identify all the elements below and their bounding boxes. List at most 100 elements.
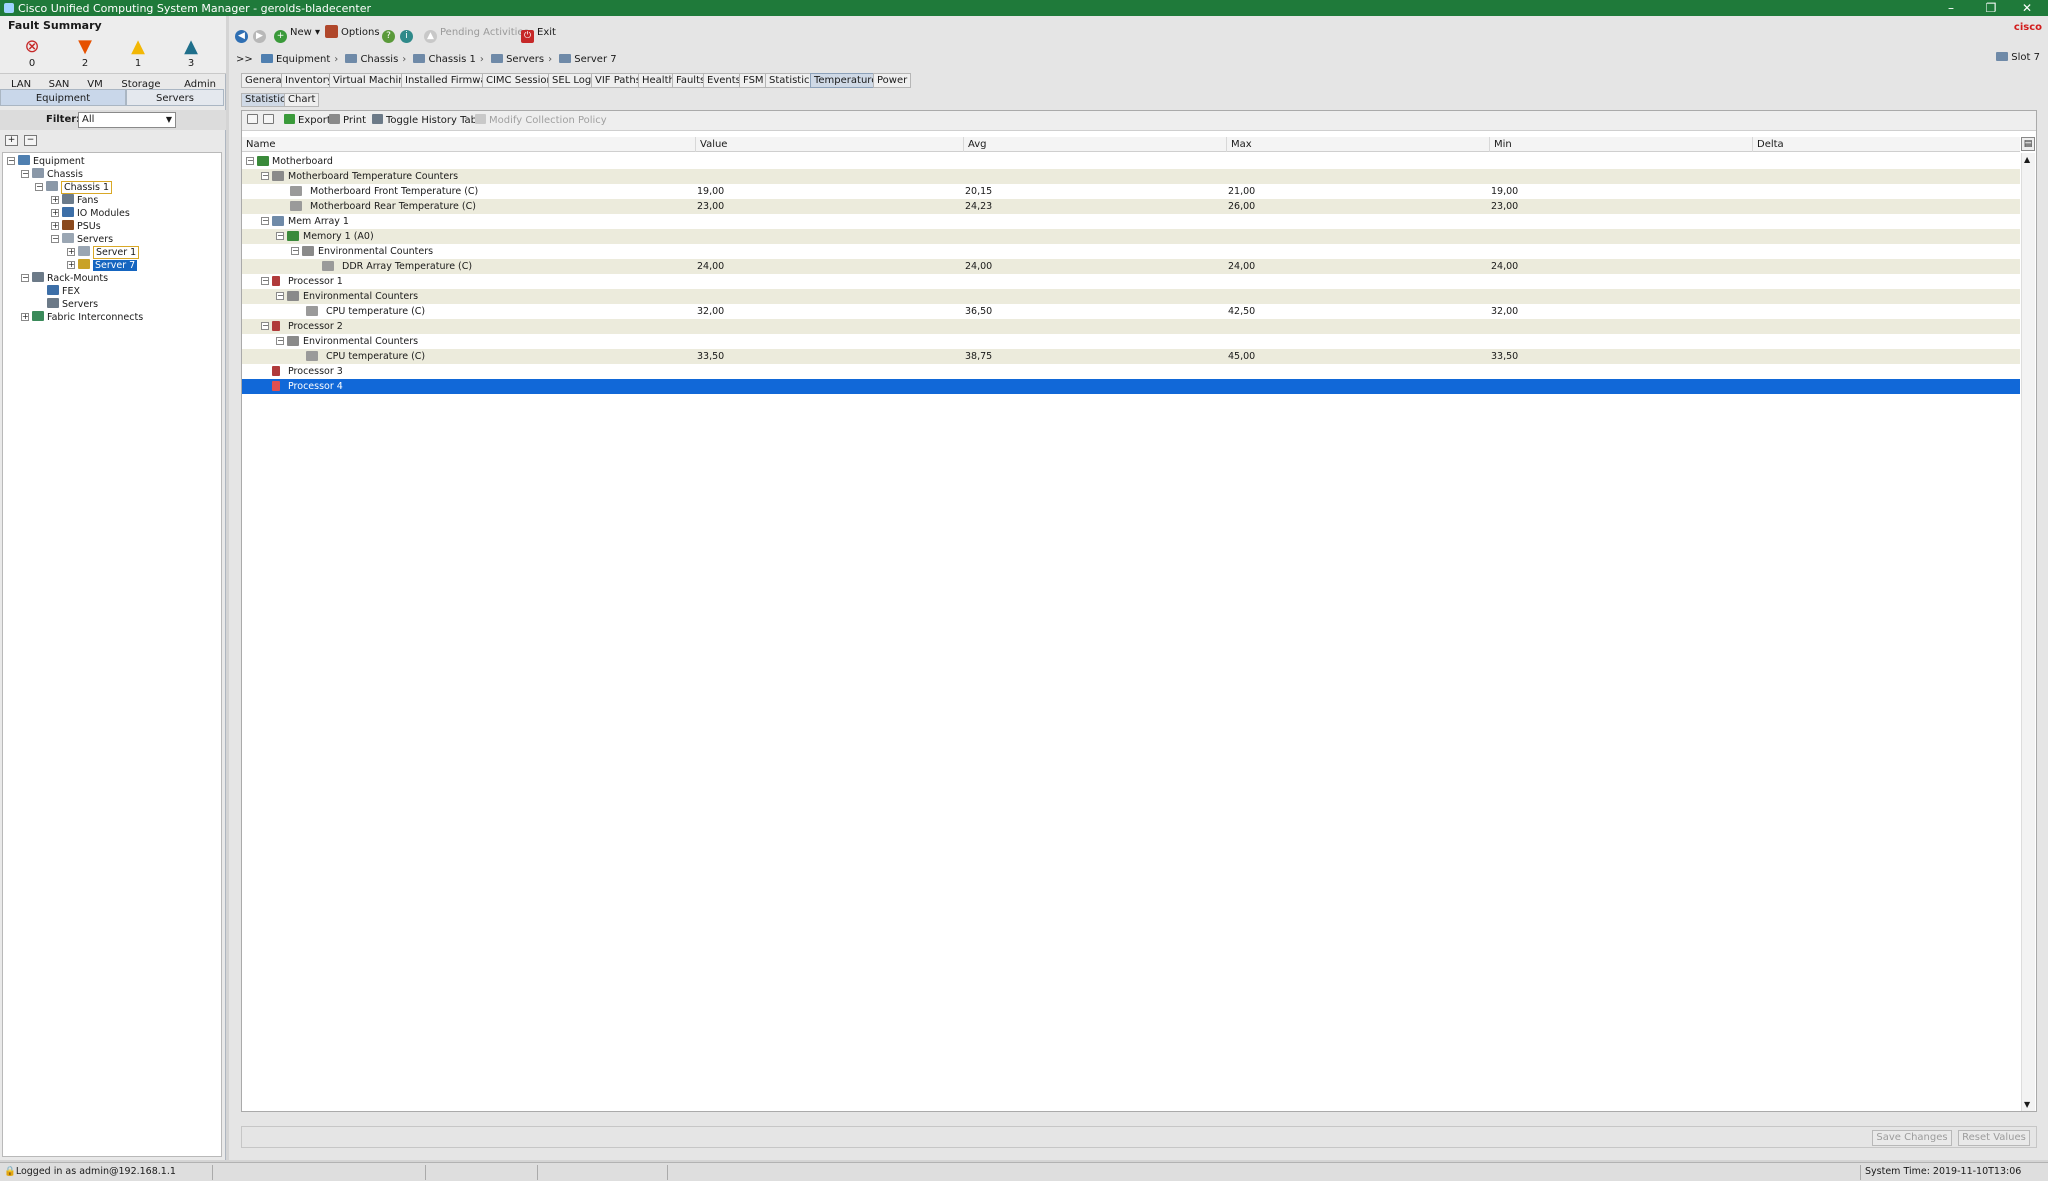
table-row[interactable]: − Mem Array 1	[242, 214, 2020, 229]
back-button[interactable]: ◀	[235, 24, 251, 43]
expand-icon[interactable]: +	[67, 248, 75, 256]
column-min[interactable]: Min	[1489, 137, 1752, 152]
equipment-icon	[18, 155, 30, 165]
print-button[interactable]: Print	[329, 114, 366, 128]
info-button[interactable]: i	[400, 24, 416, 43]
table-row[interactable]: CPU temperature (C) 32,00 36,50 42,50 32…	[242, 304, 2020, 319]
fault-warning[interactable]: ▲ 3	[171, 36, 211, 69]
tab-vif-paths[interactable]: VIF Paths	[591, 73, 645, 88]
table-icon	[372, 114, 383, 124]
tree-node-fans[interactable]: + Fans	[51, 194, 98, 207]
fault-minor[interactable]: ▲ 1	[118, 36, 158, 69]
filter-select[interactable]: All ▼	[78, 112, 176, 128]
table-row[interactable]: − Motherboard	[242, 154, 2020, 169]
vertical-scrollbar[interactable]: ▲ ▼	[2021, 153, 2035, 1111]
options-button[interactable]: Options	[325, 24, 380, 42]
column-picker-icon[interactable]: ▤	[2021, 137, 2035, 151]
scroll-down-icon[interactable]: ▼	[2024, 1100, 2030, 1109]
table-header: Name Value Avg Max Min Delta	[242, 137, 2020, 152]
table-row[interactable]: − Environmental Counters	[242, 244, 2020, 259]
tree-node-chassis[interactable]: − Chassis	[21, 168, 83, 181]
collapse-icon[interactable]: −	[261, 322, 269, 330]
expand-icon[interactable]: +	[21, 313, 29, 321]
collapse-icon[interactable]: −	[7, 157, 15, 165]
expand-icon[interactable]: +	[51, 209, 59, 217]
toggle-history-button[interactable]: Toggle History Table	[372, 114, 486, 128]
table-row[interactable]: Processor 3	[242, 364, 2020, 379]
table-row-selected[interactable]: Processor 4	[242, 379, 2020, 394]
tree-node-server-1[interactable]: + Server 1	[67, 246, 140, 259]
collapse-icon[interactable]: −	[246, 157, 254, 165]
expand-icon[interactable]: +	[67, 261, 75, 269]
collapse-icon[interactable]: −	[276, 232, 284, 240]
column-name[interactable]: Name	[242, 137, 695, 152]
table-row[interactable]: Motherboard Front Temperature (C) 19,00 …	[242, 184, 2020, 199]
tree-node-chassis-1[interactable]: − Chassis 1	[35, 181, 113, 194]
modify-collection-policy-button[interactable]: Modify Collection Policy	[475, 114, 607, 128]
breadcrumb-chassis[interactable]: Chassis	[360, 54, 398, 65]
column-max[interactable]: Max	[1226, 137, 1489, 152]
collapse-icon[interactable]: −	[276, 292, 284, 300]
collapse-icon[interactable]: −	[261, 277, 269, 285]
collapse-icon[interactable]: −	[21, 274, 29, 282]
column-delta[interactable]: Delta	[1752, 137, 2020, 152]
collapse-icon[interactable]: −	[261, 172, 269, 180]
table-row[interactable]: − Memory 1 (A0)	[242, 229, 2020, 244]
tree-node-equipment[interactable]: − Equipment	[7, 155, 85, 168]
help-button[interactable]: ?	[382, 24, 398, 43]
table-row[interactable]: − Environmental Counters	[242, 289, 2020, 304]
collapse-icon[interactable]: −	[51, 235, 59, 243]
breadcrumb-prefix[interactable]: >>	[236, 54, 253, 65]
collapse-icon[interactable]: −	[276, 337, 284, 345]
tree-node-psus[interactable]: + PSUs	[51, 220, 101, 233]
expand-icon[interactable]: +	[51, 196, 59, 204]
tree-node-fabric-interconnects[interactable]: + Fabric Interconnects	[21, 311, 143, 324]
collapse-all-icon[interactable]: −	[24, 135, 37, 146]
breadcrumb-chassis-1[interactable]: Chassis 1	[428, 54, 475, 65]
collapse-rows-button[interactable]	[263, 114, 277, 128]
export-button[interactable]: Export	[284, 114, 331, 128]
fault-critical[interactable]: ⊗ 0	[12, 36, 52, 69]
breadcrumb-servers[interactable]: Servers	[506, 54, 544, 65]
expand-rows-button[interactable]	[247, 114, 261, 128]
table-row[interactable]: CPU temperature (C) 33,50 38,75 45,00 33…	[242, 349, 2020, 364]
breadcrumb-equipment[interactable]: Equipment	[276, 54, 330, 65]
tab-equipment[interactable]: Equipment	[0, 89, 126, 106]
tree-node-io-modules[interactable]: + IO Modules	[51, 207, 130, 220]
tab-fsm[interactable]: FSM	[739, 73, 768, 88]
table-row[interactable]: − Motherboard Temperature Counters	[242, 169, 2020, 184]
tree-node-server-7[interactable]: + Server 7	[67, 259, 138, 272]
scroll-up-icon[interactable]: ▲	[2024, 155, 2030, 164]
pending-activities-button[interactable]: ▲ Pending Activities	[424, 24, 529, 43]
tree-node-rack-servers[interactable]: Servers	[47, 298, 98, 311]
table-row[interactable]: − Processor 1	[242, 274, 2020, 289]
table-row[interactable]: − Environmental Counters	[242, 334, 2020, 349]
tab-servers[interactable]: Servers	[126, 89, 224, 106]
expand-icon[interactable]: +	[51, 222, 59, 230]
new-button[interactable]: + New ▾	[274, 24, 320, 43]
collapse-icon[interactable]: −	[21, 170, 29, 178]
exit-button[interactable]: ⏻ Exit	[521, 24, 556, 43]
breadcrumb-server-7[interactable]: Server 7	[574, 54, 616, 65]
filter-value: All	[82, 114, 95, 125]
column-avg[interactable]: Avg	[963, 137, 1226, 152]
table-row[interactable]: − Processor 2	[242, 319, 2020, 334]
save-changes-button[interactable]: Save Changes	[1872, 1130, 1952, 1146]
fault-major[interactable]: ▼ 2	[65, 36, 105, 69]
reset-values-button[interactable]: Reset Values	[1958, 1130, 2030, 1146]
tree-node-fex[interactable]: FEX	[47, 285, 80, 298]
collapse-icon[interactable]: −	[261, 217, 269, 225]
subtab-chart[interactable]: Chart	[284, 93, 320, 107]
policy-icon	[475, 114, 486, 124]
expand-all-icon[interactable]: +	[5, 135, 18, 146]
column-value[interactable]: Value	[695, 137, 963, 152]
tree-node-servers[interactable]: − Servers	[51, 233, 113, 246]
table-row[interactable]: DDR Array Temperature (C) 24,00 24,00 24…	[242, 259, 2020, 274]
forward-button[interactable]: ▶	[253, 24, 269, 43]
collapse-icon[interactable]: −	[291, 247, 299, 255]
table-row[interactable]: Motherboard Rear Temperature (C) 23,00 2…	[242, 199, 2020, 214]
tab-power[interactable]: Power	[873, 73, 912, 88]
collapse-icon[interactable]: −	[35, 183, 43, 191]
close-icon[interactable]: ✕	[2004, 0, 2048, 16]
tree-node-rack-mounts[interactable]: − Rack-Mounts	[21, 272, 108, 285]
